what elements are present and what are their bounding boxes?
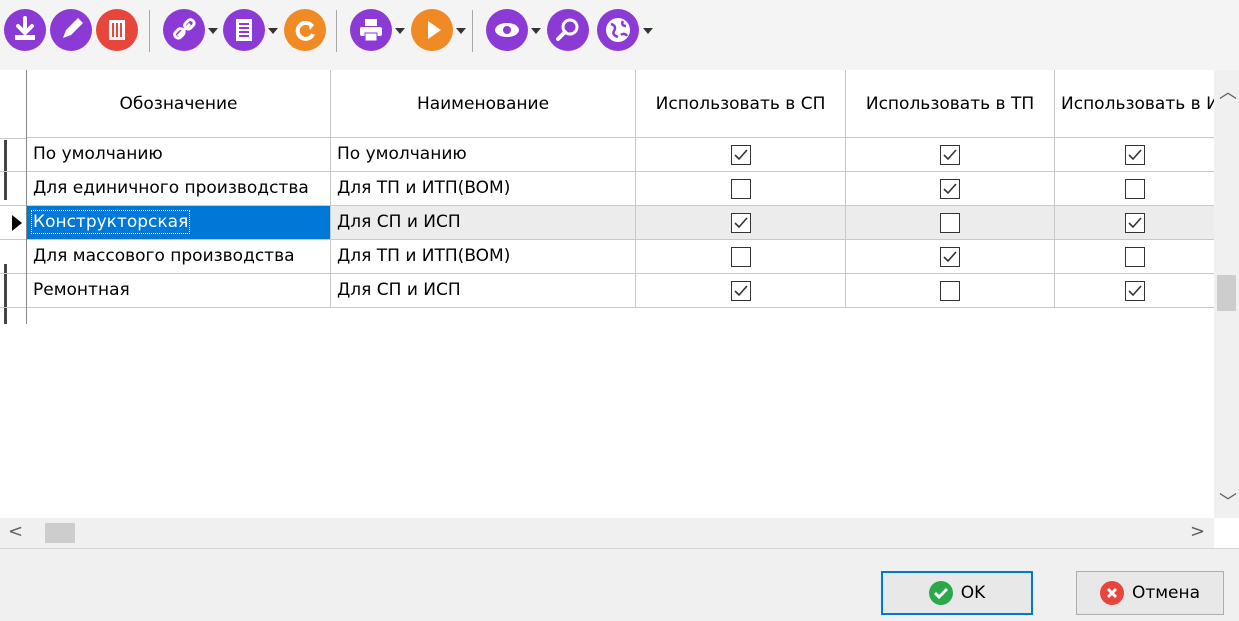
print-icon[interactable] <box>350 9 392 51</box>
scroll-left-arrow-icon[interactable]: < <box>8 521 23 542</box>
cell-name[interactable]: Для ТП и ИТП(BOM) <box>331 240 636 274</box>
cell-name[interactable]: Для ТП и ИТП(BOM) <box>331 172 636 206</box>
play-dropdown-caret[interactable] <box>456 28 466 34</box>
checkbox-use-in-tp[interactable] <box>940 281 960 301</box>
play-icon[interactable] <box>411 9 453 51</box>
current-row-arrow-icon <box>12 215 22 231</box>
eye-dropdown-caret[interactable] <box>531 28 541 34</box>
row-indicator[interactable] <box>0 138 26 172</box>
globe-icon[interactable] <box>597 9 639 51</box>
checkmark-icon <box>1128 149 1142 161</box>
toolbar-separator <box>149 10 150 52</box>
toolbar-separator <box>336 10 337 52</box>
ok-button[interactable]: OK <box>881 571 1033 615</box>
column-header-designation[interactable]: Обозначение <box>27 70 331 138</box>
vertical-scrollbar[interactable]: ︿ ﹀ <box>1214 70 1239 518</box>
cell-designation: Конструкторская <box>30 210 191 234</box>
toolbar-separator <box>472 10 473 52</box>
cancel-button[interactable]: Отмена <box>1076 571 1224 615</box>
edit-icon[interactable] <box>50 9 92 51</box>
link-icon[interactable] <box>163 9 205 51</box>
checkbox-use-in-tp[interactable] <box>940 247 960 267</box>
link-dropdown-caret[interactable] <box>208 28 218 34</box>
checkmark-icon <box>943 183 957 195</box>
close-circle-icon <box>1099 581 1124 605</box>
checkbox-use-in-tp[interactable] <box>940 145 960 165</box>
row-indicator[interactable] <box>0 240 26 274</box>
checkbox-use-in-tp[interactable] <box>940 179 960 199</box>
row-indicator-current[interactable] <box>0 206 26 240</box>
checkbox-use-in-isp[interactable] <box>1125 145 1145 165</box>
checkbox-use-in-isp[interactable] <box>1125 179 1145 199</box>
table-row[interactable]: Ремонтная <box>27 274 331 308</box>
cell-designation: По умолчанию <box>33 144 163 164</box>
table-row[interactable]: Для массового производства <box>27 240 331 274</box>
cell-name[interactable]: Для СП и ИСП <box>331 206 636 240</box>
checkmark-icon <box>1128 217 1142 229</box>
column-header-use-in-sp[interactable]: Использовать в СП <box>636 70 846 138</box>
horizontal-scrollbar[interactable]: < > <box>0 518 1214 548</box>
table-row[interactable]: Для единичного производства <box>27 172 331 206</box>
horizontal-scroll-thumb[interactable] <box>45 523 75 543</box>
checkmark-icon <box>1128 285 1142 297</box>
header-indicator <box>0 70 26 139</box>
vertical-scroll-thumb[interactable] <box>1217 275 1236 311</box>
row-indicator[interactable] <box>0 172 26 206</box>
ok-button-label: OK <box>960 583 986 603</box>
checkbox-use-in-sp[interactable] <box>731 213 751 233</box>
download-icon[interactable] <box>4 9 46 51</box>
scroll-down-arrow-icon[interactable]: ﹀ <box>1219 488 1237 514</box>
search-icon[interactable] <box>547 9 589 51</box>
scroll-up-arrow-icon[interactable]: ︿ <box>1219 78 1237 104</box>
eye-icon[interactable] <box>486 9 528 51</box>
table-row[interactable]: По умолчанию <box>27 138 331 172</box>
scroll-right-arrow-icon[interactable]: > <box>1190 521 1205 542</box>
checkmark-icon <box>943 149 957 161</box>
data-grid: Обозначение Наименование Использовать в … <box>0 70 1214 518</box>
checkbox-use-in-sp[interactable] <box>731 247 751 267</box>
checkbox-use-in-isp[interactable] <box>1125 247 1145 267</box>
checkbox-use-in-tp[interactable] <box>940 213 960 233</box>
table-row-selected[interactable]: Конструкторская <box>27 206 331 240</box>
checkbox-use-in-isp[interactable] <box>1125 281 1145 301</box>
checkbox-use-in-isp[interactable] <box>1125 213 1145 233</box>
cell-designation: Ремонтная <box>33 280 130 300</box>
row-indicator[interactable] <box>0 274 26 308</box>
cell-designation: Для массового производства <box>33 246 295 266</box>
checkmark-icon <box>943 251 957 263</box>
toolbar <box>0 0 1239 70</box>
dialog-footer: OK Отмена <box>0 548 1239 621</box>
cancel-button-label: Отмена <box>1131 583 1201 603</box>
check-circle-icon <box>928 581 953 605</box>
delete-icon[interactable] <box>96 9 138 51</box>
document-icon[interactable] <box>223 9 265 51</box>
column-header-use-in-isp[interactable]: Использовать в ИСП <box>1055 70 1214 138</box>
refresh-icon[interactable] <box>284 9 326 51</box>
checkbox-use-in-sp[interactable] <box>731 281 751 301</box>
checkmark-icon <box>734 149 748 161</box>
checkmark-icon <box>734 217 748 229</box>
column-header-use-in-tp[interactable]: Использовать в ТП <box>846 70 1055 138</box>
cell-name[interactable]: По умолчанию <box>331 138 636 172</box>
checkmark-icon <box>734 285 748 297</box>
cell-name[interactable]: Для СП и ИСП <box>331 274 636 308</box>
cell-designation: Для единичного производства <box>33 178 309 198</box>
print-dropdown-caret[interactable] <box>395 28 405 34</box>
document-dropdown-caret[interactable] <box>268 28 278 34</box>
checkbox-use-in-sp[interactable] <box>731 179 751 199</box>
checkbox-use-in-sp[interactable] <box>731 145 751 165</box>
globe-dropdown-caret[interactable] <box>643 28 653 34</box>
column-header-name[interactable]: Наименование <box>331 70 636 138</box>
